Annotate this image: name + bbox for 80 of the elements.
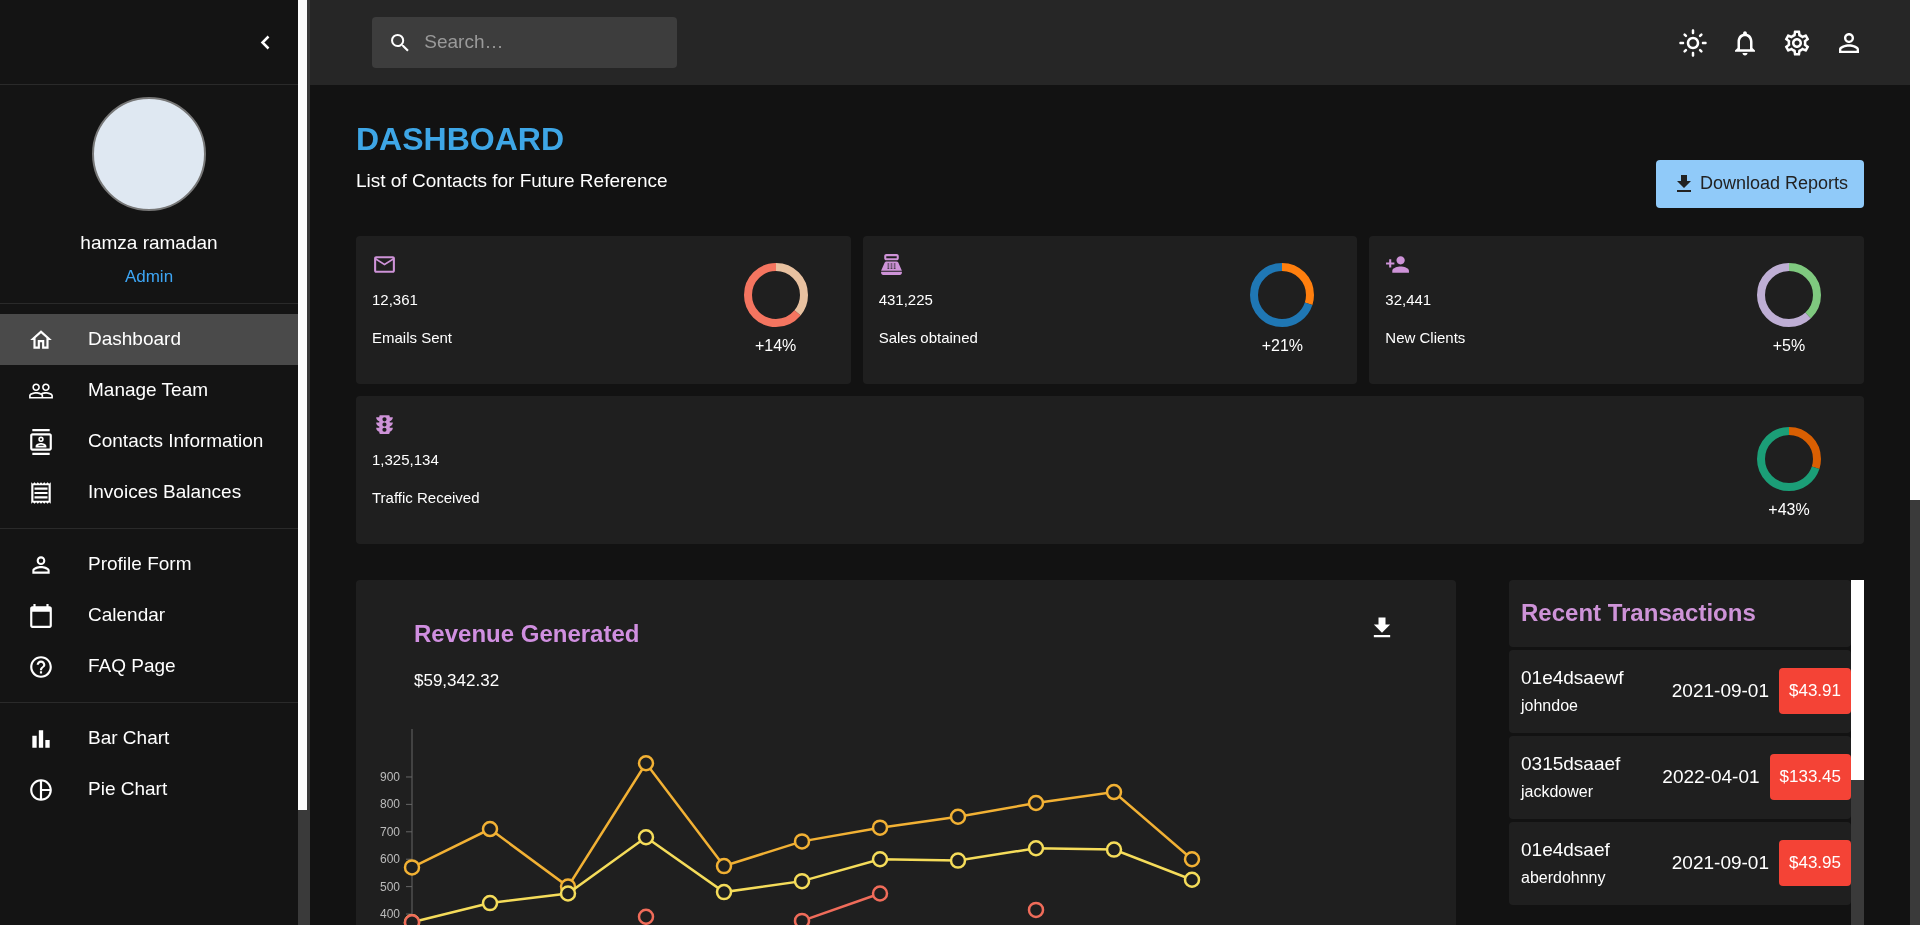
y-tick-label: 500 bbox=[379, 879, 400, 894]
page-subtitle: List of Contacts for Future Reference bbox=[356, 169, 668, 193]
data-point bbox=[871, 819, 889, 836]
stat-change: +43% bbox=[1768, 499, 1810, 520]
data-point bbox=[403, 859, 421, 876]
data-point bbox=[481, 894, 499, 912]
y-tick-label: 900 bbox=[379, 769, 400, 784]
cost-badge: $133.45 bbox=[1769, 754, 1851, 800]
nav-item[interactable]: Invoices Balances bbox=[0, 467, 298, 518]
stat-label: Traffic Received bbox=[372, 488, 480, 508]
data-point bbox=[871, 885, 889, 902]
data-point bbox=[715, 883, 733, 901]
data-point bbox=[1183, 850, 1201, 868]
data-point bbox=[1183, 871, 1201, 888]
data-point bbox=[1105, 841, 1123, 858]
nav-item[interactable]: Calendar bbox=[0, 590, 298, 641]
y-tick-label: 400 bbox=[379, 907, 400, 922]
data-point bbox=[871, 850, 889, 868]
collapse-button[interactable] bbox=[260, 34, 270, 50]
data-point bbox=[793, 833, 811, 850]
nav-item[interactable]: Pie Chart bbox=[0, 764, 298, 815]
stat-value: 431,225 bbox=[878, 289, 934, 310]
stat-change: +5% bbox=[1772, 335, 1806, 356]
data-point bbox=[1027, 901, 1045, 919]
data-point bbox=[1105, 783, 1123, 801]
stat-change: +21% bbox=[1261, 335, 1303, 356]
transaction-date: 2021-09-01 bbox=[1671, 850, 1769, 875]
cost-badge: $43.91 bbox=[1779, 668, 1851, 714]
user-name: hamza ramadan bbox=[80, 231, 218, 255]
search-bar[interactable]: Search… bbox=[372, 17, 677, 68]
contact-card-icon bbox=[28, 428, 54, 455]
data-point bbox=[1027, 794, 1045, 812]
stat-value: 12,361 bbox=[372, 289, 419, 310]
calendar-icon bbox=[28, 602, 54, 629]
stat-value: 32,441 bbox=[1385, 289, 1433, 310]
transaction-id: 01e4dsaewf bbox=[1521, 665, 1624, 690]
y-tick-label: 600 bbox=[379, 852, 400, 867]
data-point bbox=[715, 857, 733, 875]
cost-badge: $43.95 bbox=[1779, 840, 1851, 886]
nav-item[interactable]: Manage Team bbox=[0, 365, 298, 416]
page-title: DASHBOARD bbox=[356, 120, 565, 159]
stat-change: +14% bbox=[754, 335, 797, 356]
pie-chart-icon bbox=[28, 776, 54, 803]
search-field[interactable]: Search… bbox=[424, 28, 661, 57]
data-point bbox=[637, 755, 655, 772]
data-point bbox=[637, 829, 655, 846]
data-point bbox=[559, 885, 577, 902]
cash-register-icon bbox=[878, 251, 904, 277]
nav-item[interactable]: Profile Form bbox=[0, 539, 298, 590]
nav-item[interactable]: FAQ Page bbox=[0, 641, 298, 692]
nav-item[interactable]: Bar Chart bbox=[0, 713, 298, 764]
revenue-amount: $59,342.32 bbox=[414, 669, 501, 692]
light-mode-button[interactable] bbox=[1678, 27, 1708, 58]
transactions-title: Recent Transactions bbox=[1521, 598, 1756, 628]
chevron-left-icon bbox=[260, 34, 270, 50]
y-tick-label: 800 bbox=[379, 797, 400, 812]
y-tick-label: 700 bbox=[379, 824, 400, 839]
stat-label: New Clients bbox=[1385, 328, 1466, 348]
transaction-id: 0315dsaaef bbox=[1521, 751, 1621, 776]
receipt-icon bbox=[28, 479, 54, 506]
transaction-date: 2022-04-01 bbox=[1662, 764, 1760, 789]
data-point bbox=[793, 872, 811, 890]
nav-item[interactable]: Dashboard bbox=[0, 314, 298, 365]
transaction-date: 2021-09-01 bbox=[1671, 678, 1769, 703]
user-role: Admin bbox=[124, 265, 174, 288]
stat-label: Emails Sent bbox=[372, 328, 453, 348]
data-point bbox=[949, 808, 967, 825]
transaction-user: jackdower bbox=[1521, 782, 1595, 803]
help-icon bbox=[28, 653, 54, 680]
revenue-title: Revenue Generated bbox=[414, 618, 640, 649]
stat-value: 1,325,134 bbox=[372, 449, 440, 470]
nav-item[interactable]: Contacts Information bbox=[0, 416, 298, 467]
data-point bbox=[481, 820, 499, 838]
data-point bbox=[1027, 840, 1045, 857]
data-point bbox=[949, 852, 967, 869]
download-reports-button[interactable]: Download Reports bbox=[1655, 159, 1864, 208]
transaction-id: 01e4dsaef bbox=[1521, 837, 1610, 862]
stat-label: Sales obtained bbox=[878, 328, 978, 348]
transaction-user: johndoe bbox=[1521, 696, 1579, 717]
transaction-user: aberdohnny bbox=[1521, 868, 1607, 889]
